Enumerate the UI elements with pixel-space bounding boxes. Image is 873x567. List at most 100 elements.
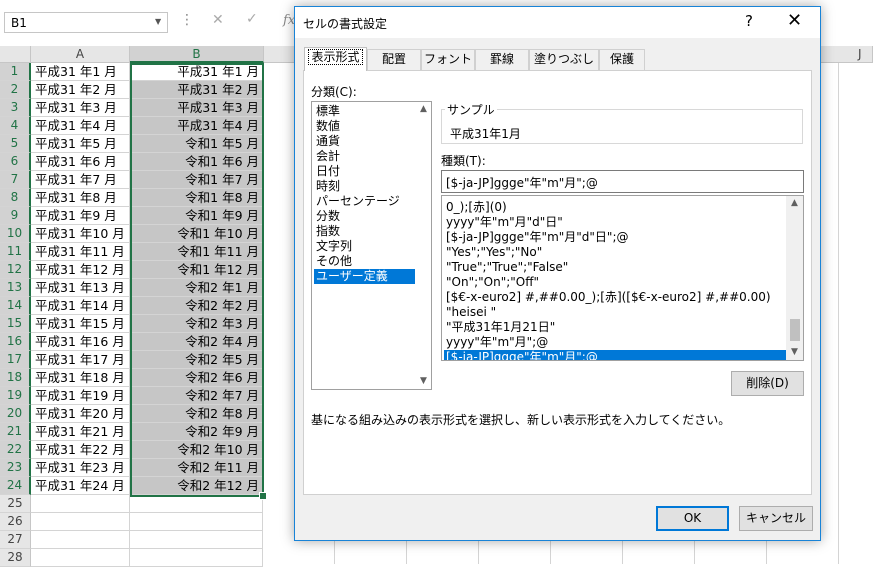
cell-a[interactable] bbox=[31, 549, 130, 567]
ok-button[interactable]: OK bbox=[656, 506, 729, 531]
dialog-titlebar[interactable]: セルの書式設定 ? ✕ bbox=[295, 7, 820, 38]
format-listbox[interactable]: 0_);[赤](0) yyyy"年"m"月"d"日" [$-ja-JP]ggge"年… bbox=[441, 195, 804, 361]
row-header[interactable]: 6 bbox=[0, 153, 31, 171]
scroll-down-icon[interactable]: ▼ bbox=[416, 374, 431, 389]
cell-b[interactable]: 平成31 年1 月 bbox=[130, 63, 263, 81]
cell-b[interactable]: 令和2 年10 月 bbox=[130, 441, 263, 459]
category-item[interactable]: 日付 bbox=[314, 164, 415, 179]
cell-b[interactable]: 令和2 年4 月 bbox=[130, 333, 263, 351]
row-header[interactable]: 9 bbox=[0, 207, 31, 225]
cell-b[interactable]: 令和2 年1 月 bbox=[130, 279, 263, 297]
category-item[interactable]: その他 bbox=[314, 254, 415, 269]
format-item[interactable]: yyyy"年"m"月"d"日" bbox=[444, 215, 786, 230]
cell-a[interactable]: 平成31 年4 月 bbox=[31, 117, 130, 135]
cell-a[interactable]: 平成31 年2 月 bbox=[31, 81, 130, 99]
help-icon[interactable]: ? bbox=[745, 12, 753, 30]
row-header[interactable]: 2 bbox=[0, 81, 31, 99]
select-all-corner[interactable] bbox=[0, 46, 31, 63]
row-header[interactable]: 16 bbox=[0, 333, 31, 351]
cancel-entry-icon[interactable]: ✕ bbox=[212, 12, 224, 28]
cell-a[interactable]: 平成31 年12 月 bbox=[31, 261, 130, 279]
cell-b[interactable]: 令和2 年8 月 bbox=[130, 405, 263, 423]
category-item[interactable]: パーセンテージ bbox=[314, 194, 415, 209]
row-header[interactable]: 21 bbox=[0, 423, 31, 441]
format-item[interactable]: yyyy"年"m"月";@ bbox=[444, 335, 786, 350]
row-header[interactable]: 18 bbox=[0, 369, 31, 387]
row-header[interactable]: 20 bbox=[0, 405, 31, 423]
cell-a[interactable]: 平成31 年14 月 bbox=[31, 297, 130, 315]
cell-a[interactable]: 平成31 年16 月 bbox=[31, 333, 130, 351]
tab-protection[interactable]: 保護 bbox=[599, 49, 645, 70]
row-header[interactable]: 23 bbox=[0, 459, 31, 477]
category-item[interactable]: 文字列 bbox=[314, 239, 415, 254]
row-header[interactable]: 27 bbox=[0, 531, 31, 549]
name-box[interactable]: B1 ▼ bbox=[4, 12, 168, 33]
column-header-b[interactable]: B bbox=[130, 46, 264, 63]
cell-a[interactable]: 平成31 年13 月 bbox=[31, 279, 130, 297]
fill-handle[interactable] bbox=[259, 492, 267, 500]
cell-a[interactable]: 平成31 年3 月 bbox=[31, 99, 130, 117]
cell-b[interactable]: 令和2 年6 月 bbox=[130, 369, 263, 387]
enter-entry-icon[interactable]: ✓ bbox=[246, 11, 258, 27]
cell-b[interactable]: 令和2 年9 月 bbox=[130, 423, 263, 441]
row-header[interactable]: 4 bbox=[0, 117, 31, 135]
row-header[interactable]: 3 bbox=[0, 99, 31, 117]
row-header[interactable]: 25 bbox=[0, 495, 31, 513]
cell-b[interactable]: 令和1 年7 月 bbox=[130, 171, 263, 189]
row-header[interactable]: 19 bbox=[0, 387, 31, 405]
format-item[interactable]: "On";"On";"Off" bbox=[444, 275, 786, 290]
cell-b[interactable]: 令和1 年9 月 bbox=[130, 207, 263, 225]
category-item[interactable]: 標準 bbox=[314, 104, 415, 119]
cell-a[interactable]: 平成31 年23 月 bbox=[31, 459, 130, 477]
cell-b[interactable] bbox=[130, 513, 263, 531]
cell-b[interactable]: 令和1 年11 月 bbox=[130, 243, 263, 261]
cell-a[interactable]: 平成31 年17 月 bbox=[31, 351, 130, 369]
delete-button[interactable]: 削除(D) bbox=[731, 371, 804, 396]
cell-b[interactable]: 平成31 年4 月 bbox=[130, 117, 263, 135]
cell-a[interactable]: 平成31 年21 月 bbox=[31, 423, 130, 441]
cell-b[interactable]: 令和2 年12 月 bbox=[130, 477, 263, 495]
cell-a[interactable]: 平成31 年19 月 bbox=[31, 387, 130, 405]
scroll-up-icon[interactable]: ▲ bbox=[416, 102, 431, 117]
format-item[interactable]: "平成31年1月21日" bbox=[444, 320, 786, 335]
category-item[interactable]: 時刻 bbox=[314, 179, 415, 194]
format-item[interactable]: [$-ja-JP]ggge"年"m"月";@ bbox=[444, 350, 786, 360]
category-item[interactable]: ユーザー定義 bbox=[314, 269, 415, 284]
cell-a[interactable]: 平成31 年10 月 bbox=[31, 225, 130, 243]
row-header[interactable]: 8 bbox=[0, 189, 31, 207]
cell-a[interactable]: 平成31 年15 月 bbox=[31, 315, 130, 333]
cell-b[interactable] bbox=[130, 495, 263, 513]
category-item[interactable]: 指数 bbox=[314, 224, 415, 239]
cell-b[interactable] bbox=[130, 531, 263, 549]
chevron-down-icon[interactable]: ▼ bbox=[155, 17, 161, 26]
format-item[interactable]: "True";"True";"False" bbox=[444, 260, 786, 275]
format-item[interactable]: 0_);[赤](0) bbox=[444, 200, 786, 215]
row-header[interactable]: 7 bbox=[0, 171, 31, 189]
row-header[interactable]: 15 bbox=[0, 315, 31, 333]
category-listbox[interactable]: 標準 数値 通貨 会計 日付 時刻 パーセンテージ 分数 指数 文字列 その他 ユーザー定義 ▲ ▼ bbox=[311, 101, 432, 390]
cell-a[interactable] bbox=[31, 513, 130, 531]
cell-a[interactable]: 平成31 年24 月 bbox=[31, 477, 130, 495]
row-header[interactable]: 26 bbox=[0, 513, 31, 531]
row-header[interactable]: 28 bbox=[0, 549, 31, 567]
cell-a[interactable]: 平成31 年5 月 bbox=[31, 135, 130, 153]
cell-b[interactable] bbox=[130, 549, 263, 567]
row-header[interactable]: 10 bbox=[0, 225, 31, 243]
cell-b[interactable]: 令和1 年5 月 bbox=[130, 135, 263, 153]
tab-border[interactable]: 罫線 bbox=[475, 49, 529, 70]
cell-b[interactable]: 令和2 年11 月 bbox=[130, 459, 263, 477]
category-item[interactable]: 会計 bbox=[314, 149, 415, 164]
tab-fill[interactable]: 塗りつぶし bbox=[529, 49, 599, 70]
cell-a[interactable]: 平成31 年1 月 bbox=[31, 63, 130, 81]
row-header[interactable]: 17 bbox=[0, 351, 31, 369]
cell-b[interactable]: 令和2 年3 月 bbox=[130, 315, 263, 333]
cell-b[interactable]: 令和2 年2 月 bbox=[130, 297, 263, 315]
cell-b[interactable]: 令和2 年5 月 bbox=[130, 351, 263, 369]
row-header[interactable]: 13 bbox=[0, 279, 31, 297]
cell-a[interactable] bbox=[31, 495, 130, 513]
format-item[interactable]: [$€-x-euro2] #,##0.00_);[赤]([$€-x-euro2]… bbox=[444, 290, 786, 305]
cell-b[interactable]: 令和1 年12 月 bbox=[130, 261, 263, 279]
column-header-j[interactable]: J bbox=[858, 47, 862, 61]
column-header-a[interactable]: A bbox=[31, 46, 130, 63]
cell-a[interactable]: 平成31 年6 月 bbox=[31, 153, 130, 171]
